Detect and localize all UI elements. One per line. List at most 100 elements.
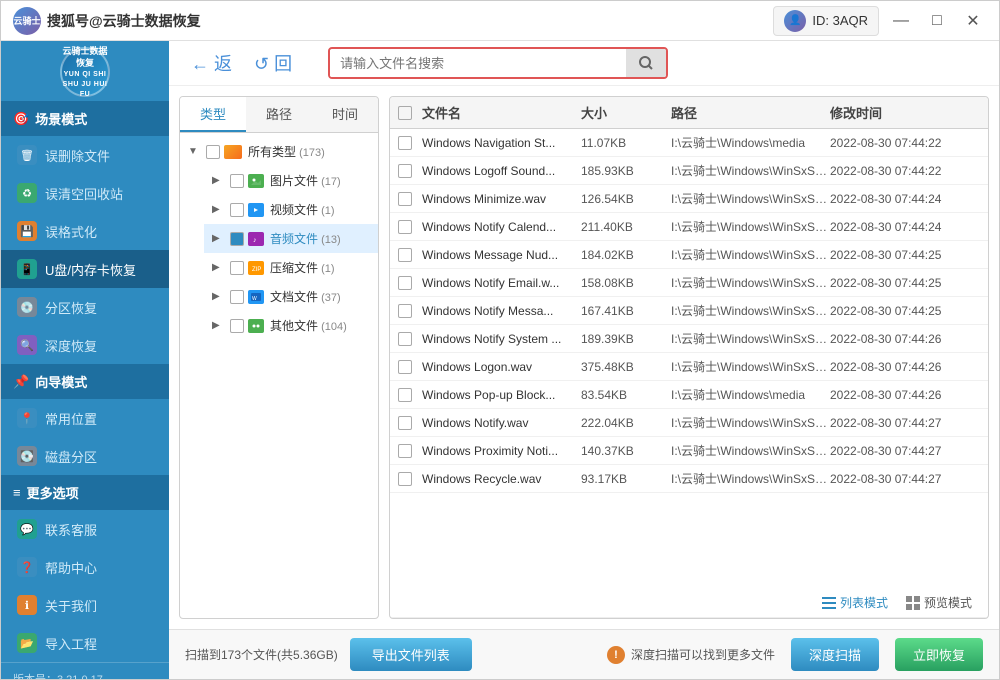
- tree-item-zip[interactable]: ▶ ZIP 压缩文件 (1): [204, 253, 378, 282]
- bottom-right: ! 深度扫描可以找到更多文件 深度扫描 立即恢复: [607, 638, 983, 671]
- table-row[interactable]: Windows Recycle.wav 93.17KB I:\云骑士\Windo…: [390, 465, 988, 493]
- more-icon: ≡: [13, 485, 21, 500]
- maximize-button[interactable]: □: [923, 7, 951, 35]
- sidebar-section-more: ≡ 更多选项: [1, 475, 169, 510]
- sidebar-item-import[interactable]: 📂 导入工程: [1, 624, 169, 662]
- tree-check-video[interactable]: [230, 203, 244, 217]
- sidebar-item-usb[interactable]: 📱 U盘/内存卡恢复: [1, 250, 169, 288]
- tree-check-other[interactable]: [230, 319, 244, 333]
- table-row[interactable]: Windows Message Nud... 184.02KB I:\云骑士\W…: [390, 241, 988, 269]
- search-input[interactable]: [330, 50, 626, 77]
- file-time: 2022-08-30 07:44:22: [830, 136, 980, 150]
- sidebar-item-delete-file[interactable]: 🗑 误删除文件: [1, 136, 169, 174]
- file-name: Windows Logoff Sound...: [422, 164, 581, 178]
- tab-type[interactable]: 类型: [180, 97, 246, 132]
- sidebar-item-deep[interactable]: 🔍 深度恢复: [1, 326, 169, 364]
- table-row[interactable]: Windows Notify.wav 222.04KB I:\云骑士\Windo…: [390, 409, 988, 437]
- deep-scan-button[interactable]: 深度扫描: [791, 638, 879, 671]
- file-name: Windows Navigation St...: [422, 136, 581, 150]
- tree-label-doc: 文档文件 (37): [270, 288, 370, 305]
- table-row[interactable]: Windows Navigation St... 11.07KB I:\云骑士\…: [390, 129, 988, 157]
- row-checkbox[interactable]: [398, 276, 412, 290]
- tree-check-all[interactable]: [206, 145, 220, 159]
- tree-arrow-video: ▶: [212, 204, 226, 215]
- file-time: 2022-08-30 07:44:27: [830, 444, 980, 458]
- tree-item-video[interactable]: ▶ 视频文件 (1): [204, 195, 378, 224]
- tree-item-audio[interactable]: ▶ ♪ 音频文件 (13): [204, 224, 378, 253]
- header-filename: 文件名: [422, 103, 581, 122]
- sidebar-item-disk[interactable]: 💽 磁盘分区: [1, 437, 169, 475]
- usb-icon: 📱: [17, 259, 37, 279]
- header-check: [398, 106, 422, 120]
- recover-button[interactable]: 立即恢复: [895, 638, 983, 671]
- row-checkbox[interactable]: [398, 304, 412, 318]
- svg-text:W: W: [252, 296, 257, 301]
- tree-check-doc[interactable]: [230, 290, 244, 304]
- row-checkbox[interactable]: [398, 472, 412, 486]
- tree-check-audio[interactable]: [230, 232, 244, 246]
- file-size: 126.54KB: [581, 192, 671, 206]
- sidebar-item-partition[interactable]: 💿 分区恢复: [1, 288, 169, 326]
- row-checkbox[interactable]: [398, 388, 412, 402]
- table-row[interactable]: Windows Pop-up Block... 83.54KB I:\云骑士\W…: [390, 381, 988, 409]
- file-time: 2022-08-30 07:44:22: [830, 164, 980, 178]
- sidebar-item-help[interactable]: ❓ 帮助中心: [1, 548, 169, 586]
- tree-item-doc[interactable]: ▶ W 文档文件 (37): [204, 282, 378, 311]
- sidebar-item-support[interactable]: 💬 联系客服: [1, 510, 169, 548]
- disk-icon: 💽: [17, 446, 37, 466]
- sidebar-item-about[interactable]: ℹ 关于我们: [1, 586, 169, 624]
- content-body: 类型 路径 时间 ▼ 所有类型 (173): [169, 86, 999, 629]
- tree-item-all[interactable]: ▼ 所有类型 (173): [180, 137, 378, 166]
- minimize-button[interactable]: —: [887, 7, 915, 35]
- table-row[interactable]: Windows Logoff Sound... 185.93KB I:\云骑士\…: [390, 157, 988, 185]
- back-button[interactable]: ← 返: [185, 48, 238, 78]
- tree-arrow-all: ▼: [188, 146, 202, 157]
- sidebar-item-recycle[interactable]: ♻ 误清空回收站: [1, 174, 169, 212]
- row-checkbox[interactable]: [398, 248, 412, 262]
- table-row[interactable]: Windows Minimize.wav 126.54KB I:\云骑士\Win…: [390, 185, 988, 213]
- tab-time[interactable]: 时间: [312, 97, 378, 132]
- file-path: I:\云骑士\Windows\WinSxS\amd6...: [671, 162, 830, 179]
- row-checkbox[interactable]: [398, 360, 412, 374]
- header-checkbox[interactable]: [398, 106, 412, 120]
- tree-check-zip[interactable]: [230, 261, 244, 275]
- id-badge: 👤 ID: 3AQR: [773, 6, 879, 36]
- file-size: 184.02KB: [581, 248, 671, 262]
- table-row[interactable]: Windows Proximity Noti... 140.37KB I:\云骑…: [390, 437, 988, 465]
- row-checkbox[interactable]: [398, 192, 412, 206]
- other-type-icon: [248, 319, 264, 333]
- app-icon: 云骑士: [13, 7, 41, 35]
- info-icon: !: [607, 646, 625, 664]
- tab-path[interactable]: 路径: [246, 97, 312, 132]
- deep-icon: 🔍: [17, 335, 37, 355]
- recycle-icon: ♻: [17, 183, 37, 203]
- sidebar-item-format[interactable]: 💾 误格式化: [1, 212, 169, 250]
- main-layout: 云骑士数据恢复 YUN QI SHI SHU JU HUI FU 🎯 场景模式 …: [1, 41, 999, 679]
- file-type-panel: 类型 路径 时间 ▼ 所有类型 (173): [179, 96, 379, 619]
- tree-label-other: 其他文件 (104): [270, 317, 370, 334]
- list-mode-button[interactable]: 列表模式: [816, 592, 894, 613]
- sidebar-item-common-location[interactable]: 📍 常用位置: [1, 399, 169, 437]
- export-button[interactable]: 导出文件列表: [350, 638, 472, 671]
- row-checkbox[interactable]: [398, 416, 412, 430]
- table-row[interactable]: Windows Notify Calend... 211.40KB I:\云骑士…: [390, 213, 988, 241]
- deep-scan-notice: ! 深度扫描可以找到更多文件: [607, 646, 775, 664]
- tree-check-img[interactable]: [230, 174, 244, 188]
- table-row[interactable]: Windows Notify Email.w... 158.08KB I:\云骑…: [390, 269, 988, 297]
- search-button[interactable]: [626, 49, 666, 77]
- table-row[interactable]: Windows Notify Messa... 167.41KB I:\云骑士\…: [390, 297, 988, 325]
- tree-item-img[interactable]: ▶ 图片文件 (17): [204, 166, 378, 195]
- close-button[interactable]: ✕: [959, 7, 987, 35]
- row-checkbox[interactable]: [398, 164, 412, 178]
- forward-button[interactable]: ↺ 回: [248, 48, 298, 78]
- titlebar: 云骑士 搜狐号@云骑士数据恢复 👤 ID: 3AQR — □ ✕: [1, 1, 999, 41]
- table-row[interactable]: Windows Notify System ... 189.39KB I:\云骑…: [390, 325, 988, 353]
- row-checkbox[interactable]: [398, 444, 412, 458]
- tree-item-other[interactable]: ▶ 其他文件 (104): [204, 311, 378, 340]
- preview-mode-button[interactable]: 预览模式: [900, 592, 978, 613]
- row-checkbox[interactable]: [398, 136, 412, 150]
- row-checkbox[interactable]: [398, 220, 412, 234]
- row-checkbox[interactable]: [398, 332, 412, 346]
- table-row[interactable]: Windows Logon.wav 375.48KB I:\云骑士\Window…: [390, 353, 988, 381]
- file-size: 93.17KB: [581, 472, 671, 486]
